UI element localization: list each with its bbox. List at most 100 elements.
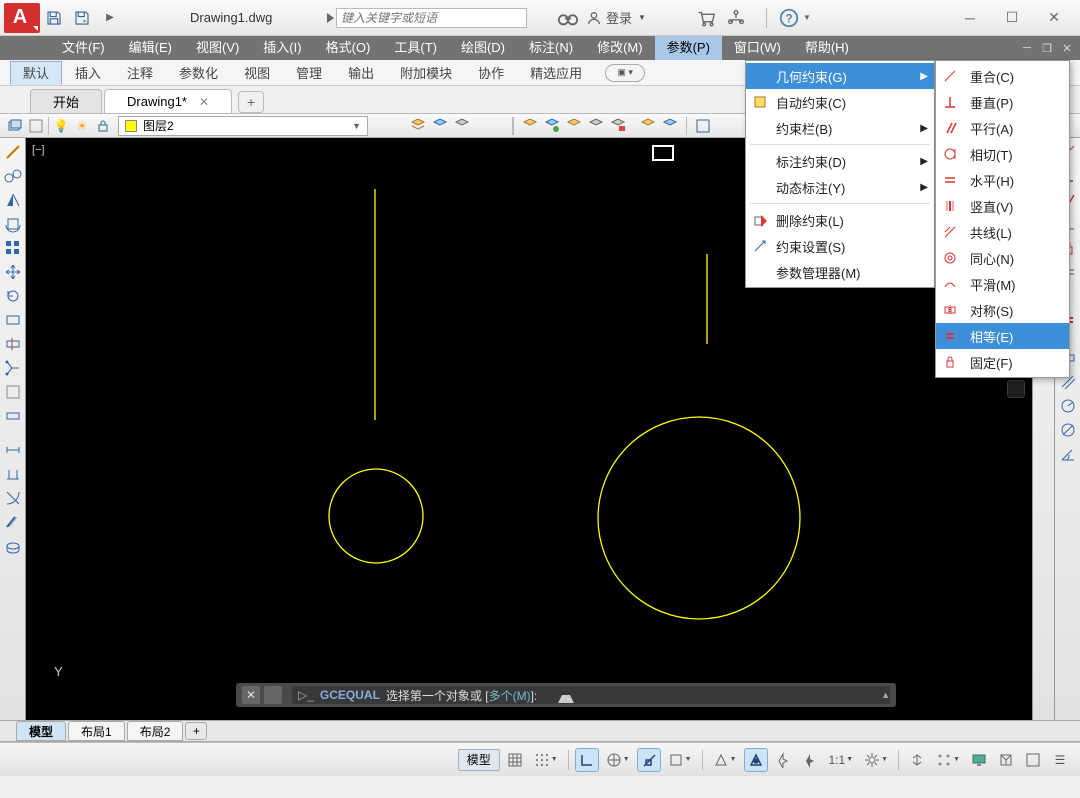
geom-constraint-submenu[interactable]: 重合(C)垂直(P)平行(A)相切(T)水平(H)竖直(V)共线(L)同心(N)… <box>935 60 1070 378</box>
l7-icon[interactable] <box>660 117 680 135</box>
params-item-2[interactable]: 约束栏(B)▶ <box>746 115 934 141</box>
ribbon-tab-7[interactable]: 附加模块 <box>387 61 465 85</box>
menu-2[interactable]: 视图(V) <box>184 36 251 60</box>
layer-dropdown[interactable]: 图层2 ▼ <box>118 116 368 136</box>
model-tab-0[interactable]: 模型 <box>16 721 66 741</box>
binoculars-icon[interactable] <box>557 7 579 29</box>
help-icon[interactable]: ? <box>778 7 800 29</box>
search-box[interactable] <box>327 7 527 29</box>
sb-mon-icon[interactable] <box>967 748 991 772</box>
mirror-tool[interactable] <box>3 190 23 210</box>
sun-icon[interactable]: ☀ <box>73 117 91 135</box>
sb-grid-icon[interactable] <box>503 748 527 772</box>
geom-item-3[interactable]: 相切(T) <box>936 141 1069 167</box>
geom-item-6[interactable]: 共线(L) <box>936 219 1069 245</box>
qat-saveas[interactable] <box>70 6 94 30</box>
nav-more-icon[interactable] <box>1007 380 1025 398</box>
params-item-5[interactable]: 动态标注(Y)▶ <box>746 174 934 200</box>
l4-icon[interactable] <box>586 117 606 135</box>
ribbon-tab-1[interactable]: 插入 <box>62 61 114 85</box>
cmd-config-icon[interactable] <box>264 686 282 704</box>
layfrz-icon[interactable] <box>452 117 472 135</box>
offset-tool[interactable] <box>3 214 23 234</box>
stretch-tool[interactable] <box>3 334 23 354</box>
lprop-icon[interactable] <box>408 117 428 135</box>
sb-transparency-icon[interactable] <box>744 748 768 772</box>
laywalk-icon[interactable] <box>430 117 450 135</box>
ribbon-tab-3[interactable]: 参数化 <box>166 61 231 85</box>
mdi-restore[interactable]: ❐ <box>1038 40 1056 56</box>
layer-states-icon[interactable] <box>27 117 45 135</box>
ribbon-tab-9[interactable]: 精选应用 <box>517 61 595 85</box>
sb-gear-icon[interactable]: ▼ <box>860 748 892 772</box>
ribbon-tab-4[interactable]: 视图 <box>231 61 283 85</box>
ribbon-expand[interactable]: ▣ ▾ <box>605 64 645 82</box>
menu-0[interactable]: 文件(F) <box>50 36 117 60</box>
ribbon-tab-5[interactable]: 管理 <box>283 61 335 85</box>
polyline-tool[interactable] <box>3 166 23 186</box>
command-line[interactable]: ✕ ▷_ GCEQUAL 选择第一个对象或 [多个(M)]: ▲ <box>236 683 896 707</box>
sb-units-icon[interactable]: ▼ <box>932 748 964 772</box>
geom-item-0[interactable]: 重合(C) <box>936 63 1069 89</box>
geom-item-10[interactable]: 相等(E) <box>936 323 1069 349</box>
array-tool[interactable] <box>3 238 23 258</box>
file-tab-0[interactable]: 开始 <box>30 89 102 113</box>
sb-iso-icon[interactable] <box>994 748 1018 772</box>
hatch-tool[interactable] <box>3 536 23 556</box>
move-tool[interactable] <box>3 262 23 282</box>
qat-save[interactable] <box>42 6 66 30</box>
geom-item-1[interactable]: 垂直(P) <box>936 89 1069 115</box>
ribbon-tab-2[interactable]: 注释 <box>114 61 166 85</box>
window-close[interactable]: ✕ <box>1034 4 1074 32</box>
text-tool[interactable] <box>3 464 23 484</box>
menu-4[interactable]: 格式(O) <box>314 36 383 60</box>
sb-sc-icon[interactable] <box>771 748 795 772</box>
file-tab-add[interactable]: + <box>238 91 264 113</box>
cart-icon[interactable] <box>695 7 717 29</box>
dc-ang-icon[interactable] <box>1058 444 1078 464</box>
file-tab-1[interactable]: Drawing1*✕ <box>104 89 232 113</box>
cmd-history-icon[interactable]: ▲ <box>881 690 890 700</box>
sb-model-space[interactable]: 模型 <box>458 749 500 771</box>
menu-7[interactable]: 标注(N) <box>517 36 585 60</box>
sb-polar-icon[interactable]: ▼ <box>602 748 634 772</box>
ribbon-tab-8[interactable]: 协作 <box>465 61 517 85</box>
extend-tool[interactable] <box>3 382 23 402</box>
mdi-minimize[interactable]: ─ <box>1018 40 1036 56</box>
params-item-4[interactable]: 标注约束(D)▶ <box>746 148 934 174</box>
menu-10[interactable]: 窗口(W) <box>722 36 793 60</box>
params-item-0[interactable]: 几何约束(G)▶ <box>746 63 934 89</box>
trim-tool[interactable] <box>3 358 23 378</box>
qat-more[interactable]: ▶ <box>98 6 122 30</box>
sb-snap-icon[interactable]: ▼ <box>530 748 562 772</box>
geom-item-11[interactable]: 固定(F) <box>936 349 1069 375</box>
sb-ortho-icon[interactable] <box>575 748 599 772</box>
menu-6[interactable]: 绘图(D) <box>449 36 517 60</box>
line-tool[interactable] <box>3 142 23 162</box>
menu-1[interactable]: 编辑(E) <box>117 36 184 60</box>
sb-scale[interactable]: 1:1▼ <box>825 748 858 772</box>
menu-3[interactable]: 插入(I) <box>251 36 313 60</box>
l2-icon[interactable] <box>542 117 562 135</box>
sb-qp-icon[interactable] <box>905 748 929 772</box>
model-tab-2[interactable]: 布局2 <box>127 721 184 741</box>
geom-item-9[interactable]: 对称(S) <box>936 297 1069 323</box>
menu-11[interactable]: 帮助(H) <box>793 36 861 60</box>
search-input[interactable] <box>336 8 527 28</box>
ribbon-tab-6[interactable]: 输出 <box>335 61 387 85</box>
app-icon[interactable] <box>725 7 747 29</box>
bulb-on-icon[interactable]: 💡 <box>52 117 70 135</box>
ellipse-tool[interactable] <box>3 512 23 532</box>
dc-rad-icon[interactable] <box>1058 396 1078 416</box>
params-item-7[interactable]: 删除约束(L) <box>746 207 934 233</box>
sb-cycle-icon[interactable] <box>798 748 822 772</box>
mdi-close[interactable]: ✕ <box>1058 40 1076 56</box>
sb-3dosnap-icon[interactable]: ▼ <box>664 748 696 772</box>
l1-icon[interactable] <box>520 117 540 135</box>
sb-lwt-icon[interactable]: ▼ <box>709 748 741 772</box>
sb-clean-icon[interactable] <box>1021 748 1045 772</box>
l8-icon[interactable] <box>693 117 713 135</box>
sign-in[interactable]: 登录 ▼ <box>586 8 646 27</box>
l3-icon[interactable] <box>564 117 584 135</box>
layer-prop-icon[interactable] <box>6 117 24 135</box>
